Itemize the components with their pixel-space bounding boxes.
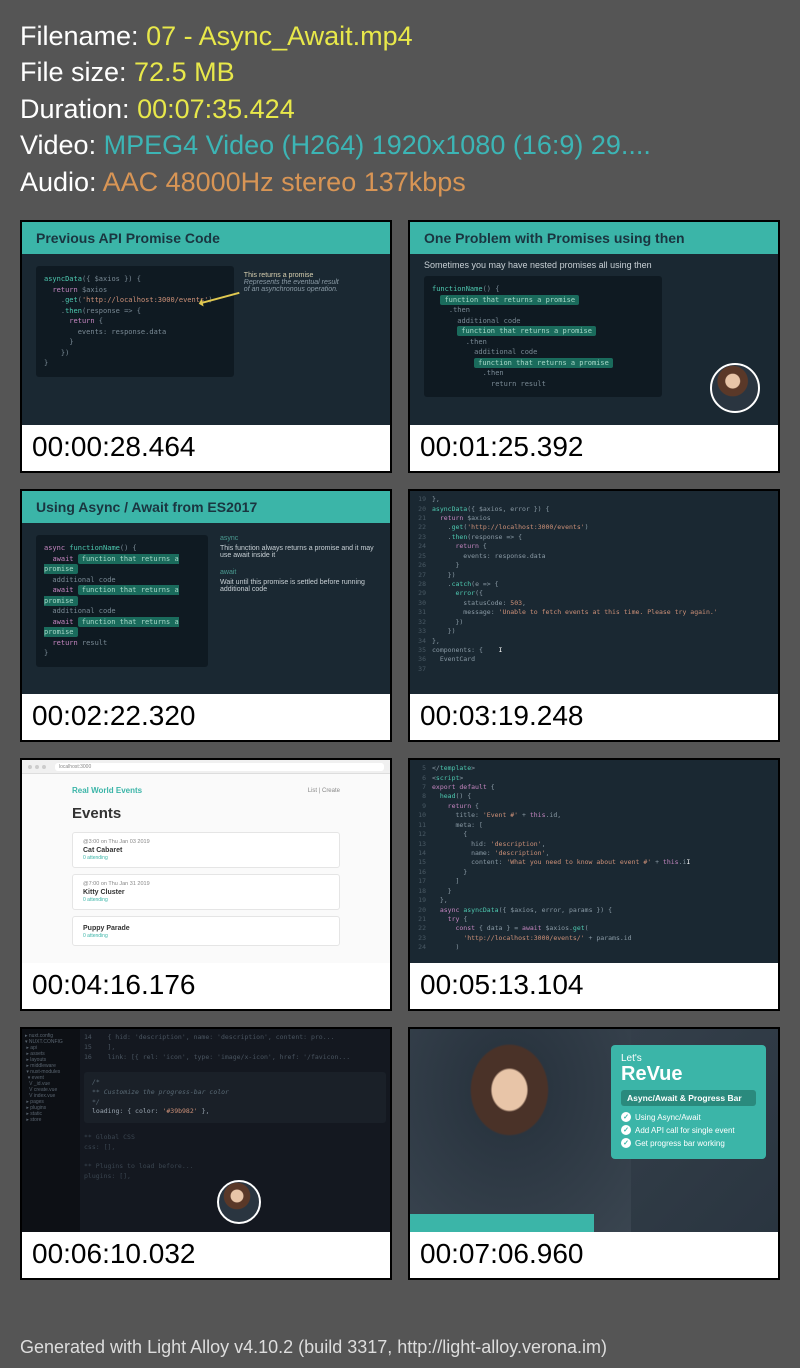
page-heading: Events xyxy=(72,805,340,822)
timestamp: 00:01:25.392 xyxy=(410,425,778,471)
presenter-avatar xyxy=(710,363,760,413)
revue-item: ✓Using Async/Await xyxy=(621,1112,756,1122)
check-icon: ✓ xyxy=(621,1138,631,1148)
revue-item: ✓Get progress bar working xyxy=(621,1138,756,1148)
timestamp: 00:07:06.960 xyxy=(410,1232,778,1278)
timestamp: 00:03:19.248 xyxy=(410,694,778,740)
check-icon: ✓ xyxy=(621,1125,631,1135)
presenter-avatar xyxy=(217,1180,261,1224)
duration-label: Duration: xyxy=(20,94,137,124)
filesize-row: File size: 72.5 MB xyxy=(20,54,780,90)
revue-item: ✓Add API call for single event xyxy=(621,1125,756,1135)
async-label: async xyxy=(220,535,376,542)
accent-stripe xyxy=(410,1214,778,1232)
filesize-value: 72.5 MB xyxy=(134,57,235,87)
event-card: Puppy Parade 0 attending xyxy=(72,916,340,946)
thumbnail-4: 19202122232425262728293031323334353637 }… xyxy=(408,489,780,742)
thumbnail-image-7: ▸ nuxt.config▾ NUXT.CONFIG ▸ api ▸ asset… xyxy=(22,1029,390,1232)
thumbnail-image-6: 56789101112131415161718192021222324 </te… xyxy=(410,760,778,963)
thumbnail-image-2: One Problem with Promises using then Som… xyxy=(410,222,778,425)
browser-chrome: localhost:3000 xyxy=(22,760,390,774)
revue-title: ReVue xyxy=(621,1064,756,1084)
audio-value: AAC 48000Hz stereo 137kbps xyxy=(103,167,466,197)
revue-subtitle: Async/Await & Progress Bar xyxy=(621,1090,756,1106)
timestamp: 00:05:13.104 xyxy=(410,963,778,1009)
thumbnail-2: One Problem with Promises using then Som… xyxy=(408,220,780,473)
video-value: MPEG4 Video (H264) 1920x1080 (16:9) 29..… xyxy=(104,130,651,160)
filesize-label: File size: xyxy=(20,57,134,87)
file-tree: ▸ nuxt.config▾ NUXT.CONFIG ▸ api ▸ asset… xyxy=(22,1029,80,1232)
thumbnail-8: Let's ReVue Async/Await & Progress Bar ✓… xyxy=(408,1027,780,1280)
thumbnail-7: ▸ nuxt.config▾ NUXT.CONFIG ▸ api ▸ asset… xyxy=(20,1027,392,1280)
event-card: @7:00 on Thu Jan 31 2019 Kitty Cluster 0… xyxy=(72,874,340,910)
generator-footer: Generated with Light Alloy v4.10.2 (buil… xyxy=(20,1337,607,1358)
timestamp: 00:04:16.176 xyxy=(22,963,390,1009)
await-label: await xyxy=(220,569,376,576)
thumbnail-3: Using Async / Await from ES2017 async fu… xyxy=(20,489,392,742)
nav-links: List | Create xyxy=(308,788,340,794)
audio-label: Audio: xyxy=(20,167,103,197)
code-content: }, asyncData({ $axios, error }) { return… xyxy=(432,495,778,690)
code-content: </template> <script> export default { he… xyxy=(432,764,778,959)
thumbnail-image-4: 19202122232425262728293031323334353637 }… xyxy=(410,491,778,694)
slide-title: One Problem with Promises using then xyxy=(410,222,778,254)
file-info-header: Filename: 07 - Async_Await.mp4 File size… xyxy=(0,0,800,210)
thumbnail-1: Previous API Promise Code asyncData({ $a… xyxy=(20,220,392,473)
duration-row: Duration: 00:07:35.424 xyxy=(20,91,780,127)
line-numbers: 56789101112131415161718192021222324 xyxy=(410,764,432,959)
site-brand: Real World Events xyxy=(72,786,142,795)
presenter-photo xyxy=(410,1029,631,1232)
await-desc: Wait until this promise is settled befor… xyxy=(220,579,376,593)
annotation: Represents the eventual result xyxy=(244,279,376,286)
video-label: Video: xyxy=(20,130,104,160)
thumbnail-image-3: Using Async / Await from ES2017 async fu… xyxy=(22,491,390,694)
audio-row: Audio: AAC 48000Hz stereo 137kbps xyxy=(20,164,780,200)
annotation: This returns a promise xyxy=(244,272,376,279)
async-desc: This function always returns a promise a… xyxy=(220,545,376,559)
thumbnail-image-1: Previous API Promise Code asyncData({ $a… xyxy=(22,222,390,425)
duration-value: 00:07:35.424 xyxy=(137,94,295,124)
video-row: Video: MPEG4 Video (H264) 1920x1080 (16:… xyxy=(20,127,780,163)
filename-label: Filename: xyxy=(20,21,146,51)
slide-title: Previous API Promise Code xyxy=(22,222,390,254)
timestamp: 00:06:10.032 xyxy=(22,1232,390,1278)
event-card: @3:00 on Thu Jan 03 2019 Cat Cabaret 0 a… xyxy=(72,832,340,868)
thumbnail-image-5: localhost:3000 Real World Events List | … xyxy=(22,760,390,963)
thumbnail-image-8: Let's ReVue Async/Await & Progress Bar ✓… xyxy=(410,1029,778,1232)
slide-subtitle: Sometimes you may have nested promises a… xyxy=(410,254,778,274)
annotation: of an asynchronous operation. xyxy=(244,286,376,293)
revue-panel: Let's ReVue Async/Await & Progress Bar ✓… xyxy=(611,1045,766,1159)
check-icon: ✓ xyxy=(621,1112,631,1122)
thumbnail-grid: Previous API Promise Code asyncData({ $a… xyxy=(0,210,800,1280)
line-numbers: 19202122232425262728293031323334353637 xyxy=(410,495,432,690)
thumbnail-5: localhost:3000 Real World Events List | … xyxy=(20,758,392,1011)
filename-value: 07 - Async_Await.mp4 xyxy=(146,21,413,51)
thumbnail-6: 56789101112131415161718192021222324 </te… xyxy=(408,758,780,1011)
filename-row: Filename: 07 - Async_Await.mp4 xyxy=(20,18,780,54)
timestamp: 00:02:22.320 xyxy=(22,694,390,740)
slide-title: Using Async / Await from ES2017 xyxy=(22,491,390,523)
timestamp: 00:00:28.464 xyxy=(22,425,390,471)
